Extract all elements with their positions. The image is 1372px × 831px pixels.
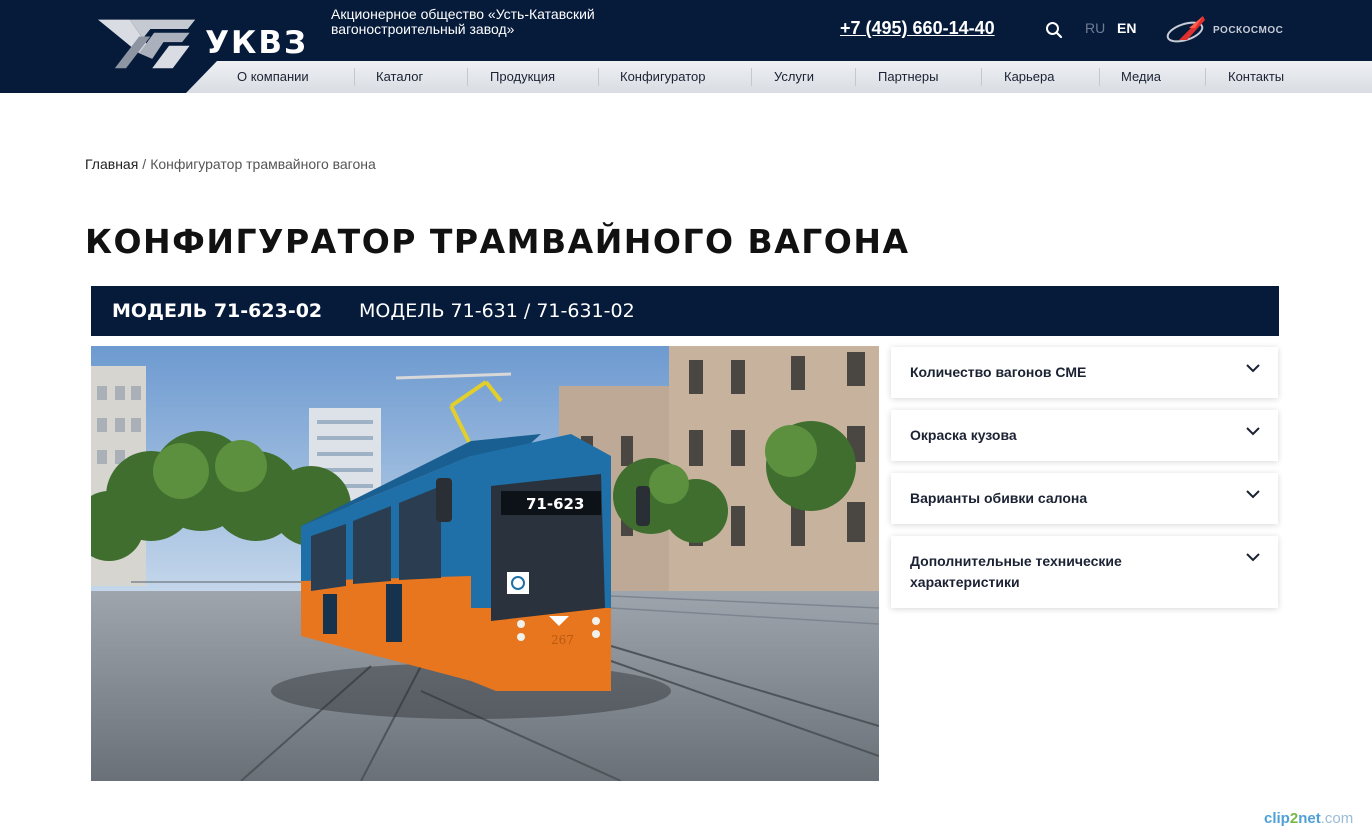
roscosmos-emblem-icon (1166, 16, 1205, 43)
nav-divider (855, 68, 856, 86)
option-label: Дополнительные технические характеристик… (910, 553, 1122, 590)
nav-divider (1099, 68, 1100, 86)
watermark-part: 2 (1289, 810, 1299, 827)
logo-text: УКВЗ (205, 25, 308, 61)
roscosmos-text: РОСКОСМОС (1213, 24, 1284, 36)
option-sme-cars-count[interactable]: Количество вагонов СМЕ (891, 347, 1278, 398)
nav-divider (354, 68, 355, 86)
roscosmos-logo[interactable]: РОСКОСМОС (1165, 14, 1295, 46)
nav-item-contacts[interactable]: Контакты (1228, 61, 1284, 93)
nav-item-partners[interactable]: Партнеры (878, 61, 938, 93)
option-body-paint[interactable]: Окраска кузова (891, 410, 1278, 461)
nav-item-about[interactable]: О компании (237, 61, 309, 93)
tram-render-image: 71-623 267 (91, 346, 879, 781)
site-header: УКВЗ Акционерное общество «Усть-Катавски… (0, 0, 1372, 93)
chevron-down-icon (1246, 490, 1260, 499)
watermark-part: net (1298, 810, 1321, 827)
option-label: Окраска кузова (910, 427, 1017, 443)
option-label: Количество вагонов СМЕ (910, 364, 1087, 380)
nav-item-services[interactable]: Услуги (774, 61, 814, 93)
tab-model-71-631[interactable]: МОДЕЛЬ 71-631 / 71-631-02 (359, 286, 635, 336)
breadcrumb-home-link[interactable]: Главная (85, 156, 138, 172)
lang-en-link[interactable]: EN (1117, 20, 1136, 36)
nav-item-media[interactable]: Медиа (1121, 61, 1161, 93)
nav-item-career[interactable]: Карьера (1004, 61, 1055, 93)
chevron-down-icon (1246, 364, 1260, 373)
option-technical-specs[interactable]: Дополнительные технические характеристик… (891, 536, 1278, 608)
watermark-part: .com (1320, 810, 1354, 827)
option-upholstery[interactable]: Варианты обивки салона (891, 473, 1278, 524)
ukvz-logo-mark-icon (98, 19, 196, 69)
nav-item-products[interactable]: Продукция (490, 61, 555, 93)
chevron-down-icon (1246, 553, 1260, 562)
tram-fleet-number: 267 (551, 633, 574, 647)
company-name: Акционерное общество «Усть-Катавский ваг… (331, 6, 595, 37)
nav-divider (1205, 68, 1206, 86)
phone-link[interactable]: +7 (495) 660-14-40 (840, 18, 995, 39)
tab-model-71-623-02[interactable]: МОДЕЛЬ 71-623-02 (112, 286, 322, 336)
chevron-down-icon (1246, 427, 1260, 436)
watermark: clip2net.com (1264, 810, 1353, 827)
main-nav: О компании Каталог Продукция Конфигурато… (186, 61, 1372, 93)
nav-item-configurator[interactable]: Конфигуратор (620, 61, 705, 93)
search-icon[interactable] (1045, 21, 1063, 39)
watermark-part: clip (1264, 810, 1290, 827)
nav-divider (598, 68, 599, 86)
nav-divider (751, 68, 752, 86)
nav-divider (467, 68, 468, 86)
breadcrumb-separator: / (142, 156, 147, 172)
nav-item-catalog[interactable]: Каталог (376, 61, 423, 93)
breadcrumb: Главная / Конфигуратор трамвайного вагона (85, 156, 376, 172)
nav-divider (981, 68, 982, 86)
breadcrumb-current: Конфигуратор трамвайного вагона (150, 156, 376, 172)
tram-route-display: 71-623 (526, 495, 584, 513)
page-title: КОНФИГУРАТОР ТРАМВАЙНОГО ВАГОНА (85, 222, 910, 261)
model-tabs: МОДЕЛЬ 71-623-02 МОДЕЛЬ 71-631 / 71-631-… (91, 286, 1279, 336)
option-label: Варианты обивки салона (910, 490, 1088, 506)
lang-ru-link[interactable]: RU (1085, 20, 1105, 36)
